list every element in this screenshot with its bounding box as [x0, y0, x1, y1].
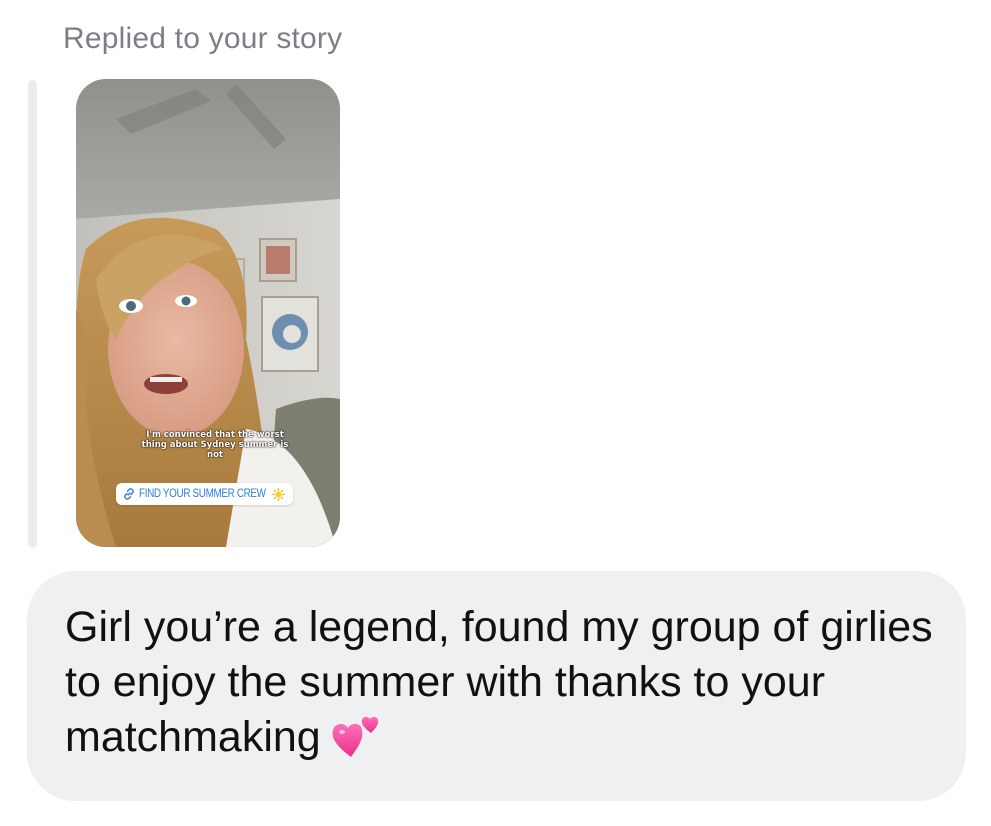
story-image: [76, 79, 340, 547]
sun-icon: [272, 487, 286, 501]
link-sticker[interactable]: FIND YOUR SUMMER CREW: [116, 483, 294, 505]
two-hearts-icon: [332, 716, 378, 757]
reply-header: Replied to your story: [63, 22, 343, 55]
link-icon: [124, 488, 134, 500]
story-caption: I'm convinced that the worst thing about…: [141, 430, 289, 460]
link-sticker-label: FIND YOUR SUMMER CREW: [139, 488, 266, 500]
reply-indicator-bar: [28, 80, 37, 548]
story-thumbnail[interactable]: I'm convinced that the worst thing about…: [76, 79, 340, 547]
message-text: Girl you’re a legend, found my group of …: [65, 600, 945, 765]
message-body: Girl you’re a legend, found my group of …: [65, 603, 933, 761]
